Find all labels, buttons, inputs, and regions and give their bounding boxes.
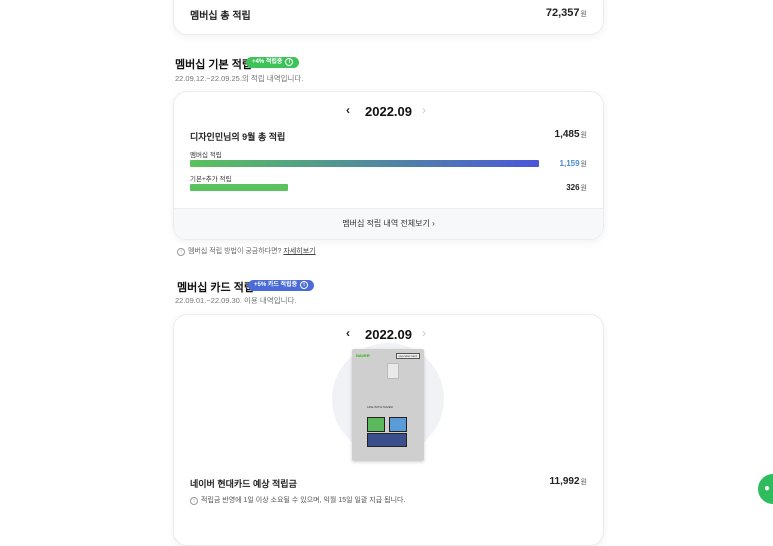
month-label: 2022.09 bbox=[365, 104, 412, 119]
prev-month-arrow-icon[interactable]: ‹ bbox=[346, 103, 350, 117]
membership-progress-bar bbox=[190, 160, 539, 167]
membership-total-card: 멤버십 총 적립 72,357원 bbox=[173, 0, 604, 35]
total-label: 멤버십 총 적립 bbox=[190, 11, 251, 22]
info-icon: i bbox=[177, 248, 185, 256]
card-navy-tile bbox=[367, 433, 407, 447]
card-green-tile bbox=[367, 417, 385, 432]
chevron-right-icon: › bbox=[432, 219, 435, 228]
month-navigator: ‹ 2022.09 › bbox=[174, 103, 603, 121]
card-month-label: 2022.09 bbox=[365, 327, 412, 342]
view-all-history-link[interactable]: 멤버십 적립 내역 전체보기 › bbox=[174, 208, 603, 239]
info-icon: i bbox=[300, 281, 309, 289]
card-chip-icon bbox=[387, 363, 399, 379]
help-line: i 멤버십 적립 방법이 궁금하다면? 자세히보기 bbox=[177, 246, 316, 256]
membership-bar-label: 멤버십 적립 bbox=[190, 152, 222, 159]
monthly-total-value: 1,485원 bbox=[554, 129, 587, 140]
details-link[interactable]: 자세히보기 bbox=[283, 248, 315, 255]
card-slogan: LIFE WITH NAVER bbox=[367, 405, 393, 409]
card-expected-value: 11,992원 bbox=[549, 476, 588, 487]
card-note: i 적립금 반영에 1일 이상 소요될 수 있으며, 익월 15일 일괄 지급 됩… bbox=[190, 495, 405, 505]
extra-progress-bar bbox=[190, 184, 288, 191]
card-expected-title: 네이버 현대카드 예상 적립금 bbox=[190, 479, 297, 489]
prev-month-arrow-icon[interactable]: ‹ bbox=[346, 326, 350, 340]
next-month-arrow-icon[interactable]: › bbox=[422, 326, 426, 340]
extra-value: 326원 bbox=[566, 183, 587, 192]
card-rate-badge[interactable]: +5% 카드 적립중 i bbox=[248, 280, 315, 291]
info-icon: i bbox=[285, 58, 294, 66]
next-month-arrow-icon[interactable]: › bbox=[422, 103, 426, 117]
basic-period: 22.09.12.~22.09.25.의 적립 내역입니다. bbox=[175, 74, 304, 83]
info-icon: i bbox=[190, 497, 198, 505]
card-summary-card: ‹ 2022.09 › NAVER Hyundai Card LIFE WITH… bbox=[173, 314, 604, 546]
card-brand-logo: NAVER bbox=[356, 353, 370, 358]
card-issuer-tag: Hyundai Card bbox=[395, 353, 420, 359]
chat-bubble-icon[interactable]: ● bbox=[758, 474, 773, 504]
monthly-total-title: 디자인민님의 9월 총 적립 bbox=[190, 132, 286, 142]
basic-section-title: 멤버십 기본 적립 bbox=[175, 59, 252, 71]
basic-summary-card: ‹ 2022.09 › 디자인민님의 9월 총 적립 1,485원 멤버십 적립… bbox=[173, 91, 604, 240]
card-blue-tile bbox=[389, 417, 407, 432]
membership-value: 1,159원 bbox=[559, 159, 587, 168]
card-section-title: 멤버십 카드 적립 bbox=[177, 282, 254, 294]
total-value: 72,357원 bbox=[545, 7, 587, 19]
card-month-navigator: ‹ 2022.09 › bbox=[174, 326, 603, 344]
extra-bar-label: 기본+추가 적립 bbox=[190, 176, 232, 183]
naver-hyundai-card-image: NAVER Hyundai Card LIFE WITH NAVER bbox=[352, 349, 424, 461]
basic-rate-badge[interactable]: +4% 적립중 i bbox=[246, 57, 300, 68]
card-period: 22.09.01.~22.09.30. 이용 내역입니다. bbox=[175, 296, 297, 305]
